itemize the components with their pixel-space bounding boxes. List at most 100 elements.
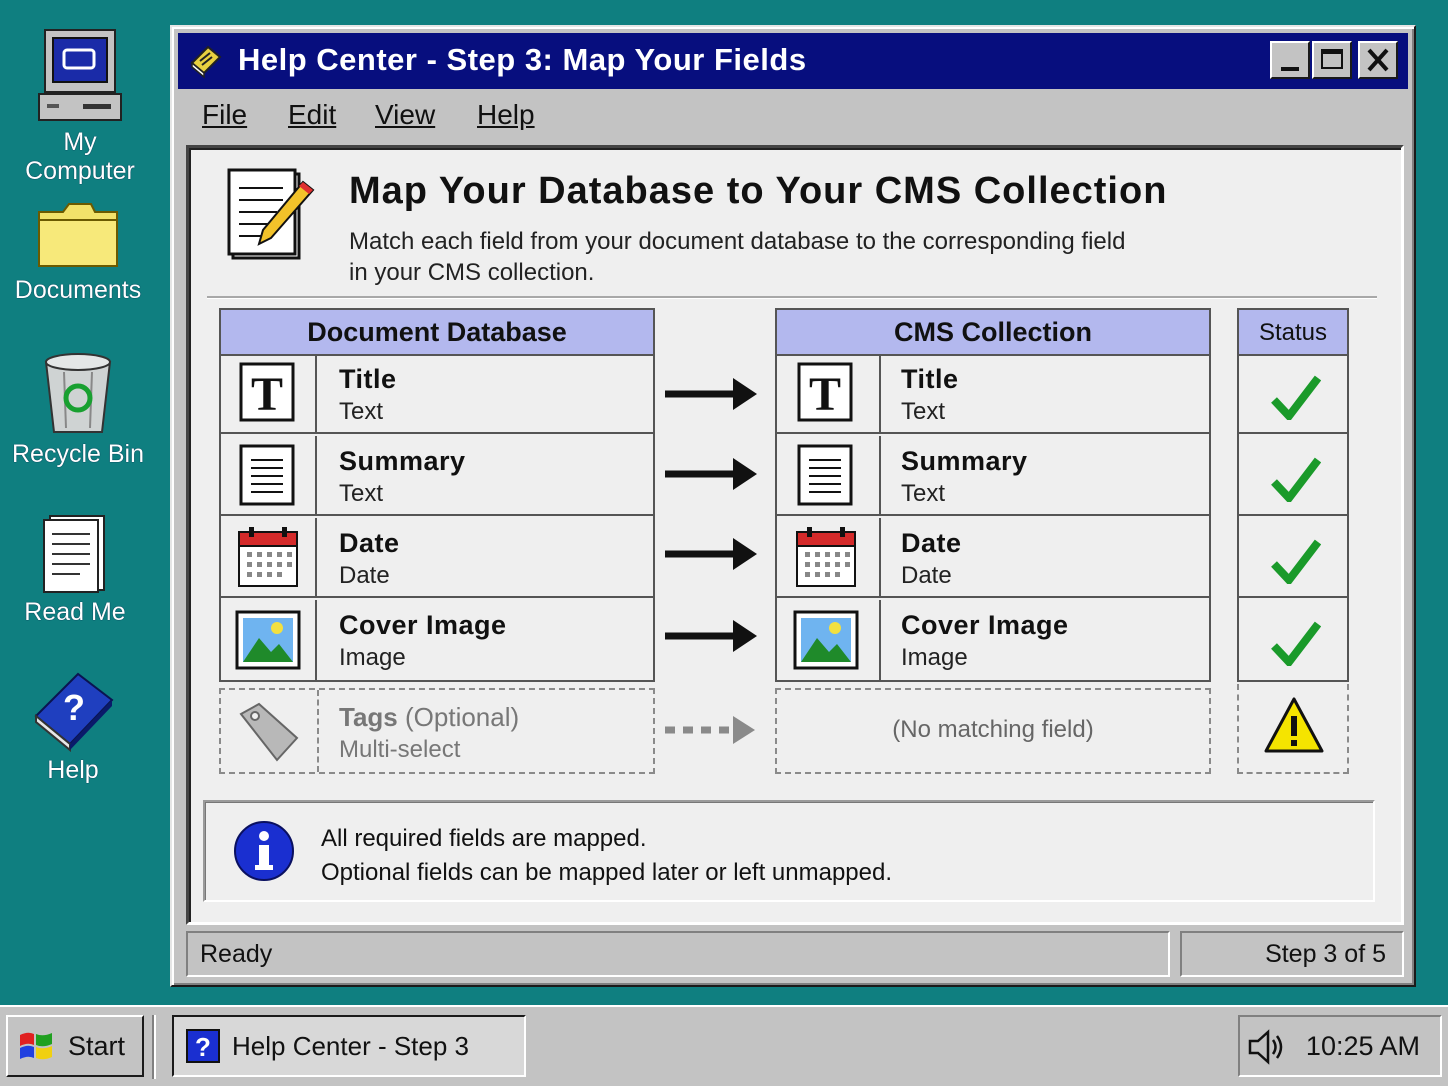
help-wizard-icon bbox=[190, 45, 222, 79]
field-type: Image bbox=[339, 644, 406, 671]
close-button[interactable] bbox=[1358, 41, 1398, 79]
field-name: Summary bbox=[901, 446, 1028, 476]
checkmark-icon bbox=[1271, 457, 1321, 502]
recycle-bin-icon bbox=[44, 353, 112, 433]
optional-field-row[interactable]: Tags (Optional) Multi-select bbox=[219, 688, 655, 774]
help-question-icon: ? bbox=[186, 1029, 220, 1063]
menu-help[interactable]: Help bbox=[477, 99, 535, 131]
svg-text:T: T bbox=[809, 368, 841, 421]
computer-icon bbox=[38, 29, 122, 121]
document-lines-icon bbox=[239, 444, 295, 506]
field-type: Date bbox=[339, 562, 390, 589]
start-button[interactable]: Start bbox=[6, 1015, 144, 1077]
desktop-icon-label: Documents bbox=[14, 276, 142, 304]
field-type: Text bbox=[339, 480, 384, 507]
menu-edit[interactable]: Edit bbox=[288, 99, 336, 131]
field-type: Image bbox=[901, 644, 968, 671]
cms-collection-header: CMS Collection bbox=[777, 310, 1209, 356]
document-database-table: Document Database T Title Text Summary T… bbox=[219, 308, 655, 682]
close-icon bbox=[1367, 48, 1389, 72]
taskbar-window-label: Help Center - Step 3 bbox=[232, 1031, 470, 1061]
info-panel: All required fields are mapped. Optional… bbox=[203, 800, 1375, 902]
maximize-button[interactable] bbox=[1312, 41, 1352, 79]
info-icon bbox=[234, 821, 294, 881]
optional-field-name: Tags bbox=[339, 702, 398, 732]
table-row[interactable]: T Title Text bbox=[777, 354, 1209, 434]
desktop-icon-documents[interactable]: Documents bbox=[3, 200, 153, 305]
header-divider bbox=[207, 296, 1377, 299]
table-row[interactable]: Cover Image Image bbox=[777, 600, 1209, 680]
optional-field-type: Multi-select bbox=[339, 736, 461, 763]
windows-logo-icon bbox=[20, 1032, 52, 1060]
table-row[interactable]: Cover Image Image bbox=[221, 600, 653, 680]
taskbar-window-button[interactable]: ? Help Center - Step 3 bbox=[172, 1015, 526, 1077]
content-panel: Map Your Database to Your CMS Collection… bbox=[186, 145, 1404, 925]
text-t-icon: T bbox=[239, 362, 295, 422]
arrow-right-icon bbox=[665, 538, 757, 570]
table-row[interactable]: Summary Text bbox=[221, 436, 653, 516]
maximize-icon bbox=[1321, 49, 1343, 69]
document-database-header: Document Database bbox=[221, 310, 653, 356]
desktop-icon-label: Recycle Bin bbox=[12, 440, 144, 468]
status-text: Ready bbox=[186, 931, 1170, 977]
page-heading: Map Your Database to Your CMS Collection bbox=[349, 170, 1168, 212]
help-center-window: Help Center - Step 3: Map Your Fields Fi… bbox=[170, 25, 1416, 987]
field-name: Summary bbox=[339, 446, 466, 476]
field-type: Text bbox=[901, 398, 946, 425]
checkmark-icon bbox=[1271, 539, 1321, 584]
status-column: Status bbox=[1237, 308, 1349, 682]
table-row[interactable]: T Title Text bbox=[221, 354, 653, 434]
svg-text:?: ? bbox=[63, 687, 85, 728]
image-icon bbox=[235, 610, 301, 670]
field-name: Date bbox=[339, 528, 400, 558]
speaker-icon[interactable] bbox=[1246, 1027, 1286, 1067]
folder-icon bbox=[38, 203, 118, 267]
desktop-icon-help[interactable]: ? Help bbox=[0, 670, 148, 785]
help-book-icon: ? bbox=[34, 672, 114, 752]
cms-collection-table: CMS Collection T Title Text Summary Text… bbox=[775, 308, 1211, 682]
arrow-right-icon bbox=[665, 458, 757, 490]
menu-bar: File Edit View Help bbox=[178, 93, 1408, 137]
optional-qualifier: (Optional) bbox=[405, 702, 520, 732]
document-lines-icon bbox=[797, 444, 853, 506]
notepad-pencil-icon bbox=[227, 168, 315, 260]
menu-file[interactable]: File bbox=[202, 99, 247, 131]
desktop-icon-label: My Computer bbox=[25, 128, 135, 185]
field-name: Cover Image bbox=[901, 610, 1069, 640]
svg-text:?: ? bbox=[195, 1032, 211, 1062]
minimize-button[interactable] bbox=[1270, 41, 1310, 79]
checkmark-icon bbox=[1271, 375, 1321, 420]
status-bar: Ready Step 3 of 5 bbox=[186, 931, 1404, 977]
status-cell bbox=[1239, 600, 1347, 680]
clock[interactable]: 10:25 AM bbox=[1306, 1031, 1420, 1062]
menu-view[interactable]: View bbox=[375, 99, 435, 131]
field-name: Title bbox=[901, 364, 959, 394]
window-title: Help Center - Step 3: Map Your Fields bbox=[238, 42, 807, 77]
desktop-icon-recycle-bin[interactable]: Recycle Bin bbox=[3, 348, 153, 469]
table-row[interactable]: Summary Text bbox=[777, 436, 1209, 516]
svg-text:T: T bbox=[251, 368, 283, 421]
status-cell bbox=[1239, 518, 1347, 598]
table-row[interactable]: Date Date bbox=[777, 518, 1209, 598]
no-matching-field-box[interactable]: (No matching field) bbox=[775, 688, 1211, 774]
field-type: Date bbox=[901, 562, 952, 589]
image-icon bbox=[793, 610, 859, 670]
field-name: Cover Image bbox=[339, 610, 507, 640]
table-row[interactable]: Date Date bbox=[221, 518, 653, 598]
taskbar: Start ? Help Center - Step 3 10:25 AM bbox=[0, 1005, 1448, 1086]
status-header: Status bbox=[1239, 310, 1347, 356]
text-document-icon bbox=[43, 515, 105, 593]
field-name: Title bbox=[339, 364, 397, 394]
desktop-icon-label: Read Me bbox=[24, 598, 126, 626]
minimize-icon bbox=[1281, 67, 1299, 71]
page-description: Match each field from your document data… bbox=[349, 228, 1126, 286]
title-bar[interactable]: Help Center - Step 3: Map Your Fields bbox=[178, 33, 1408, 89]
text-t-icon: T bbox=[797, 362, 853, 422]
arrow-right-icon bbox=[665, 378, 757, 410]
desktop-icon-my-computer[interactable]: My Computer bbox=[5, 28, 155, 186]
dashed-arrow-right-icon bbox=[665, 716, 755, 744]
optional-status-cell bbox=[1237, 684, 1349, 774]
no-matching-field-text: (No matching field) bbox=[892, 716, 1094, 743]
desktop-icon-read-me[interactable]: Read Me bbox=[0, 514, 150, 627]
start-label: Start bbox=[68, 1031, 126, 1061]
